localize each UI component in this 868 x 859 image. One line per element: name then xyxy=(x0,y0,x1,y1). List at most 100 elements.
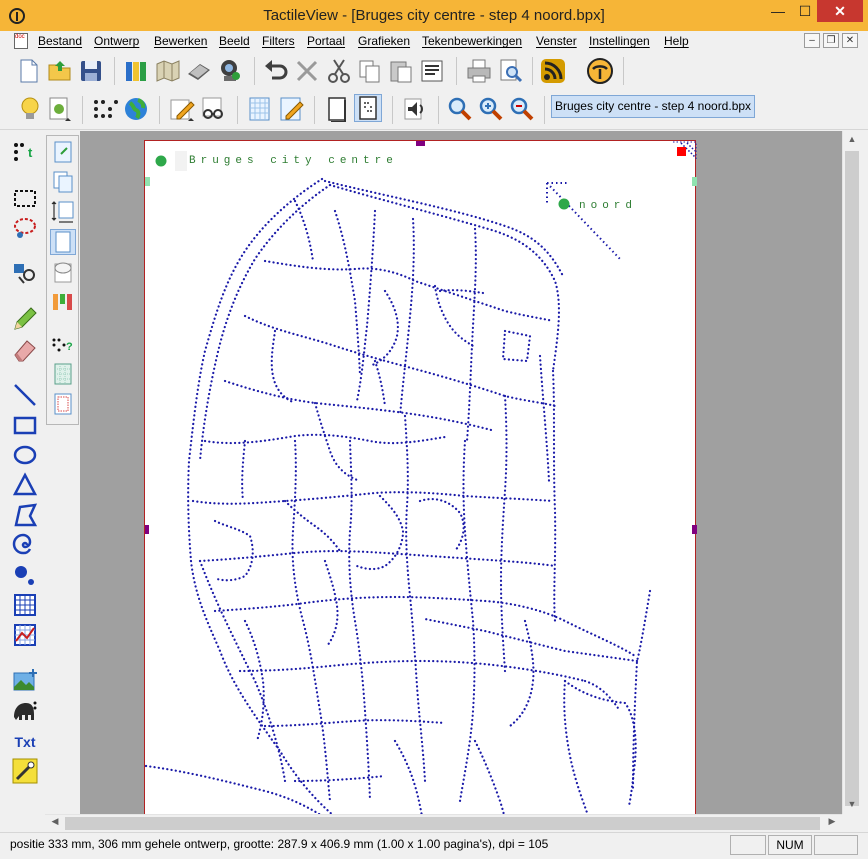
menu-instellingen[interactable]: Instellingen xyxy=(589,34,650,48)
toolbar-separator xyxy=(456,57,457,85)
open-folder-icon[interactable] xyxy=(47,58,73,84)
horizontal-scrollbar[interactable]: ◀ ▶ xyxy=(45,814,842,831)
speaker-icon[interactable] xyxy=(402,96,428,122)
print-preview-icon[interactable] xyxy=(497,58,523,84)
undo-icon[interactable] xyxy=(263,58,289,84)
comment-page-icon[interactable] xyxy=(51,260,75,284)
margin-handle-right[interactable] xyxy=(692,177,697,186)
copy-icon[interactable] xyxy=(357,58,383,84)
menu-help[interactable]: Help xyxy=(664,34,689,48)
chart-tool-icon[interactable] xyxy=(11,621,39,649)
menu-bestand[interactable]: Bestand xyxy=(38,34,82,48)
grid-page-icon[interactable] xyxy=(247,96,273,122)
page-margin-icon[interactable] xyxy=(51,392,75,416)
zoom-in-icon[interactable] xyxy=(478,96,504,122)
ellipse-tool-icon[interactable] xyxy=(11,441,39,469)
drawing-canvas[interactable]: Bruges city centre noord xyxy=(80,131,842,814)
scanner-icon[interactable] xyxy=(186,58,212,84)
horizontal-scroll-thumb[interactable] xyxy=(65,817,820,830)
mdi-restore-button[interactable]: ❐ xyxy=(823,33,839,48)
library-books-icon[interactable] xyxy=(124,58,150,84)
selection-handle-top[interactable] xyxy=(416,141,425,146)
menu-beeld[interactable]: Beeld xyxy=(219,34,250,48)
save-icon[interactable] xyxy=(78,58,104,84)
magic-wand-icon[interactable] xyxy=(11,757,39,785)
braille-page-view-icon[interactable] xyxy=(354,94,382,122)
document-icon[interactable] xyxy=(14,33,28,49)
braille-text-tool-icon[interactable]: t xyxy=(11,137,39,165)
menu-tekenbewerkingen[interactable]: Tekenbewerkingen xyxy=(422,34,522,48)
paste-icon[interactable] xyxy=(388,58,414,84)
menu-grafieken[interactable]: Grafieken xyxy=(358,34,410,48)
dot-fill-tool-icon[interactable] xyxy=(11,561,39,589)
drawing-toolbox: t Txt xyxy=(0,131,45,811)
portrait-page-icon[interactable] xyxy=(50,229,76,255)
copy-page-icon[interactable] xyxy=(51,170,75,194)
lightbulb-icon[interactable] xyxy=(17,96,43,122)
rectangle-tool-icon[interactable] xyxy=(11,411,39,439)
dotted-grid-page-icon[interactable] xyxy=(51,362,75,386)
braille-query-icon[interactable]: ? xyxy=(51,332,75,356)
new-document-icon[interactable] xyxy=(16,58,42,84)
paste-special-icon[interactable] xyxy=(419,58,445,84)
transform-tool-icon[interactable] xyxy=(11,259,39,287)
zoom-fit-icon[interactable] xyxy=(447,96,473,122)
bruges-street-map: Bruges city centre noord xyxy=(145,141,697,814)
vertical-scrollbar[interactable]: ▲ ▼ xyxy=(842,131,860,814)
title-cursor xyxy=(175,151,187,171)
maximize-button[interactable]: ☐ xyxy=(795,0,815,22)
globe-icon[interactable] xyxy=(123,96,149,122)
grid-edit-icon[interactable] xyxy=(278,96,304,122)
scroll-left-arrow[interactable]: ◀ xyxy=(48,816,62,830)
layers-flags-icon[interactable] xyxy=(51,290,75,314)
delete-icon[interactable] xyxy=(294,58,320,84)
page-fit-icon[interactable] xyxy=(51,140,75,164)
mdi-close-button[interactable]: ✕ xyxy=(842,33,858,48)
triangle-tool-icon[interactable] xyxy=(11,471,39,499)
view-glasses-icon[interactable] xyxy=(200,96,226,122)
table-tool-icon[interactable] xyxy=(11,591,39,619)
text-tool-button[interactable]: Txt xyxy=(11,731,39,759)
page-view-icon[interactable] xyxy=(324,96,350,122)
tactileview-logo-icon[interactable] xyxy=(587,58,613,84)
margin-handle-left[interactable] xyxy=(145,177,150,186)
page-size-icon[interactable] xyxy=(51,200,75,224)
street-network xyxy=(145,177,652,814)
menu-bewerken[interactable]: Bewerken xyxy=(154,34,207,48)
webcam-icon[interactable] xyxy=(217,58,243,84)
rectangle-select-icon[interactable] xyxy=(11,184,39,212)
polygon-tool-icon[interactable] xyxy=(11,501,39,529)
line-tool-icon[interactable] xyxy=(11,381,39,409)
lasso-select-icon[interactable] xyxy=(11,213,39,241)
map-import-icon[interactable] xyxy=(155,58,181,84)
scroll-down-arrow[interactable]: ▼ xyxy=(845,799,859,813)
menu-venster[interactable]: Venster xyxy=(536,34,577,48)
close-button[interactable]: ✕ xyxy=(817,0,863,22)
elephant-braille-icon[interactable] xyxy=(11,697,39,725)
selection-handle-left[interactable] xyxy=(145,525,149,534)
scroll-right-arrow[interactable]: ▶ xyxy=(825,816,839,830)
scroll-up-arrow[interactable]: ▲ xyxy=(845,134,859,148)
settings-document-icon[interactable] xyxy=(47,96,73,122)
spiral-tool-icon[interactable] xyxy=(11,531,39,559)
eraser-tool-icon[interactable] xyxy=(11,335,39,363)
document-tab[interactable]: Bruges city centre - step 4 noord.bpx xyxy=(551,95,755,118)
pencil-tool-icon[interactable] xyxy=(11,305,39,333)
minimize-button[interactable]: — xyxy=(768,0,788,22)
menu-ontwerp[interactable]: Ontwerp xyxy=(94,34,139,48)
menu-filters[interactable]: Filters xyxy=(262,34,295,48)
toolbar-separator xyxy=(314,96,315,124)
mdi-minimize-button[interactable]: – xyxy=(804,33,820,48)
tactile-page[interactable]: Bruges city centre noord xyxy=(144,140,697,814)
zoom-out-icon[interactable] xyxy=(509,96,535,122)
print-icon[interactable] xyxy=(466,58,492,84)
menu-portaal[interactable]: Portaal xyxy=(307,34,345,48)
cut-icon[interactable] xyxy=(326,58,352,84)
edit-pencil-icon[interactable] xyxy=(169,96,195,122)
rss-feed-icon[interactable] xyxy=(540,58,566,84)
selection-handle-right[interactable] xyxy=(692,525,697,534)
status-cell xyxy=(814,835,858,855)
braille-dots-icon[interactable] xyxy=(92,96,118,122)
vertical-scroll-thumb[interactable] xyxy=(845,151,859,806)
insert-image-icon[interactable] xyxy=(11,667,39,695)
